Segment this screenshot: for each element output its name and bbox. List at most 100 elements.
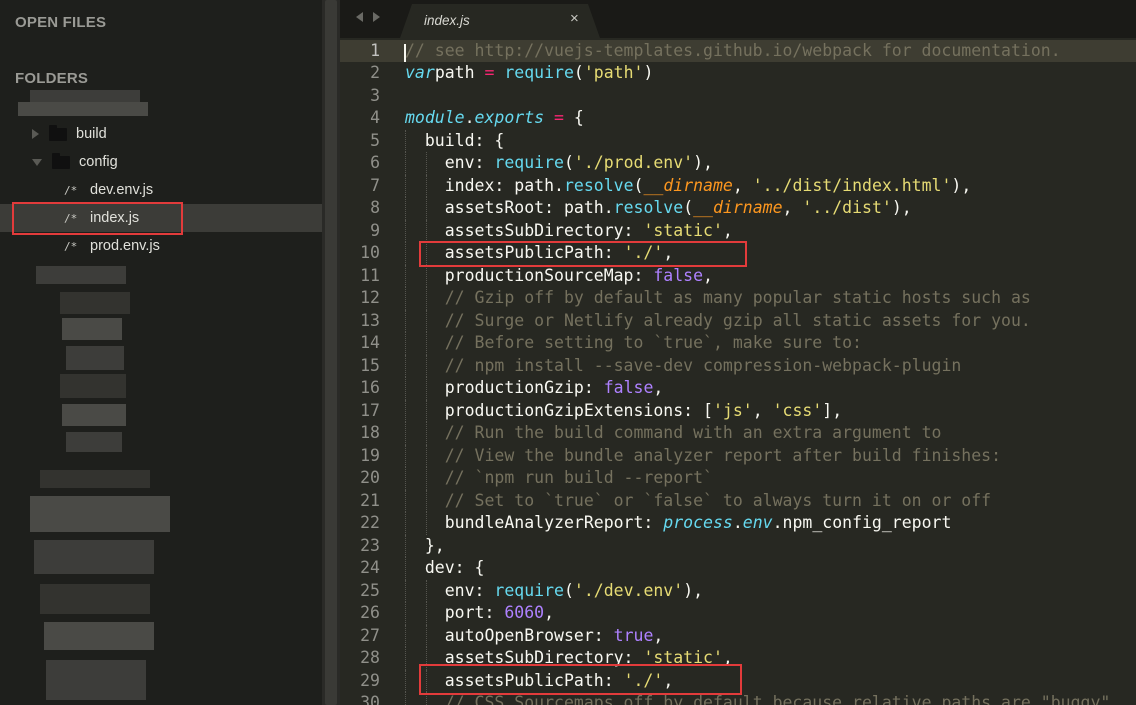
line-number: 8 <box>370 198 380 217</box>
line-number: 1 <box>370 40 380 60</box>
line-number: 5 <box>370 130 380 150</box>
code-line[interactable]: 19 // View the bundle analyzer report af… <box>340 444 1136 467</box>
line-number: 19 <box>360 445 380 465</box>
code-text: assetsSubDirectory: 'static', <box>444 220 733 240</box>
line-number: 20 <box>360 468 380 487</box>
line-number: 11 <box>360 265 380 285</box>
blurred-region <box>36 266 126 284</box>
code-line[interactable]: 8 assetsRoot: path.resolve(__dirname, '.… <box>340 197 1136 220</box>
code-file-icon: /* <box>64 183 78 197</box>
code-line[interactable]: 22 bundleAnalyzerReport: process.env.npm… <box>340 512 1136 535</box>
sidebar-item-label: build <box>76 126 107 142</box>
code-line[interactable]: 13 // Surge or Netlify already gzip all … <box>340 309 1136 332</box>
code-line[interactable]: 5 build: { <box>340 129 1136 152</box>
sidebar-scrollbar[interactable] <box>322 0 340 705</box>
code-line[interactable]: 16 productionGzip: false, <box>340 377 1136 400</box>
open-files-header: OPEN FILES <box>15 14 107 31</box>
code-line[interactable]: 9 assetsSubDirectory: 'static', <box>340 219 1136 242</box>
sidebar-item-prod-env[interactable]: /* prod.env.js <box>0 232 322 260</box>
code-line[interactable]: 2 varpath = require('path') <box>340 62 1136 85</box>
tab-prev-icon[interactable] <box>356 12 363 22</box>
blurred-region <box>34 540 154 574</box>
folders-header: FOLDERS <box>15 70 89 87</box>
code-editor[interactable]: 1 // see http://vuejs-templates.github.io… <box>340 38 1136 705</box>
folder-icon <box>49 124 67 141</box>
highlight-box-index <box>12 202 183 235</box>
code-text: productionGzip: false, <box>444 378 664 397</box>
line-number: 22 <box>360 513 380 532</box>
code-text: }, <box>424 535 445 555</box>
line-number: 24 <box>360 558 380 577</box>
code-text: module.exports = { <box>405 108 584 127</box>
line-number: 10 <box>360 243 380 262</box>
line-number: 16 <box>360 378 380 397</box>
code-text: env: require('./prod.env'), <box>444 153 713 172</box>
code-line[interactable]: 17 productionGzipExtensions: ['js', 'css… <box>340 399 1136 422</box>
blurred-region <box>60 374 126 398</box>
code-text: bundleAnalyzerReport: process.env.npm_co… <box>444 513 952 532</box>
code-line[interactable]: 3 <box>340 85 1136 108</box>
line-number: 28 <box>360 648 380 667</box>
code-line[interactable]: 7 index: path.resolve(__dirname, '../dis… <box>340 174 1136 197</box>
blurred-region <box>18 102 148 116</box>
blurred-region <box>62 318 122 340</box>
code-line[interactable]: 24 dev: { <box>340 557 1136 580</box>
code-line[interactable]: 6 env: require('./prod.env'), <box>340 152 1136 175</box>
line-number: 4 <box>370 108 380 127</box>
tab-next-icon[interactable] <box>373 12 380 22</box>
blurred-region <box>30 90 140 102</box>
code-text: // npm install --save-dev compression-we… <box>444 355 962 375</box>
line-number: 13 <box>360 310 380 330</box>
blurred-region <box>44 622 154 650</box>
line-number: 18 <box>360 423 380 442</box>
code-text: // Before setting to `true`, make sure t… <box>444 333 862 352</box>
line-number: 3 <box>370 85 380 105</box>
line-number: 27 <box>360 625 380 645</box>
code-text: env: require('./dev.env'), <box>444 580 704 600</box>
code-line[interactable]: 4 module.exports = { <box>340 107 1136 130</box>
line-number: 30 <box>360 693 380 705</box>
code-line[interactable]: 15 // npm install --save-dev compression… <box>340 354 1136 377</box>
code-line[interactable]: 12 // Gzip off by default as many popula… <box>340 287 1136 310</box>
highlight-box-line-29 <box>419 664 742 695</box>
code-text: autoOpenBrowser: true, <box>444 625 664 645</box>
sidebar-item-dev-env[interactable]: /* dev.env.js <box>0 176 322 204</box>
code-line[interactable]: 11 productionSourceMap: false, <box>340 264 1136 287</box>
line-number: 14 <box>360 333 380 352</box>
line-number: 21 <box>360 490 380 510</box>
code-line[interactable]: 14 // Before setting to `true`, make sur… <box>340 332 1136 355</box>
code-file-icon: /* <box>64 239 78 253</box>
code-text: // View the bundle analyzer report after… <box>444 445 1002 465</box>
code-text: // Gzip off by default as many popular s… <box>444 288 1031 307</box>
code-text: // Surge or Netlify already gzip all sta… <box>444 310 1031 330</box>
code-line[interactable]: 18 // Run the build command with an extr… <box>340 422 1136 445</box>
blurred-region <box>46 660 146 700</box>
scrollbar-thumb[interactable] <box>325 0 337 705</box>
code-line[interactable]: 27 autoOpenBrowser: true, <box>340 624 1136 647</box>
code-line[interactable]: 23 }, <box>340 534 1136 557</box>
blurred-region <box>66 346 124 370</box>
tab-index-js[interactable]: index.js × <box>400 4 600 38</box>
line-number: 12 <box>360 288 380 307</box>
sidebar-item-build[interactable]: build <box>0 120 322 148</box>
code-text: // see http://vuejs-templates.github.io/… <box>405 40 1061 60</box>
line-number: 2 <box>370 63 380 82</box>
code-line[interactable]: 1 // see http://vuejs-templates.github.io… <box>340 39 1136 62</box>
code-text: // Run the build command with an extra a… <box>444 423 942 442</box>
tab-bar: index.js × <box>340 0 1136 38</box>
sidebar-item-config[interactable]: config <box>0 148 322 176</box>
close-icon[interactable]: × <box>570 10 579 27</box>
code-line[interactable]: 25 env: require('./dev.env'), <box>340 579 1136 602</box>
code-line[interactable]: 20 // `npm run build --report` <box>340 467 1136 490</box>
code-line[interactable]: 26 port: 6060, <box>340 602 1136 625</box>
code-text: assetsRoot: path.resolve(__dirname, '../… <box>444 198 912 217</box>
code-text: dev: { <box>424 558 485 577</box>
line-number: 23 <box>360 535 380 555</box>
sidebar-item-label: prod.env.js <box>90 238 160 254</box>
text-caret <box>404 43 406 62</box>
code-text: build: { <box>424 130 505 150</box>
highlight-box-line-10 <box>419 241 747 267</box>
line-number: 9 <box>370 220 380 240</box>
code-line[interactable]: 21 // Set to `true` or `false` to always… <box>340 489 1136 512</box>
blurred-region <box>40 584 150 614</box>
